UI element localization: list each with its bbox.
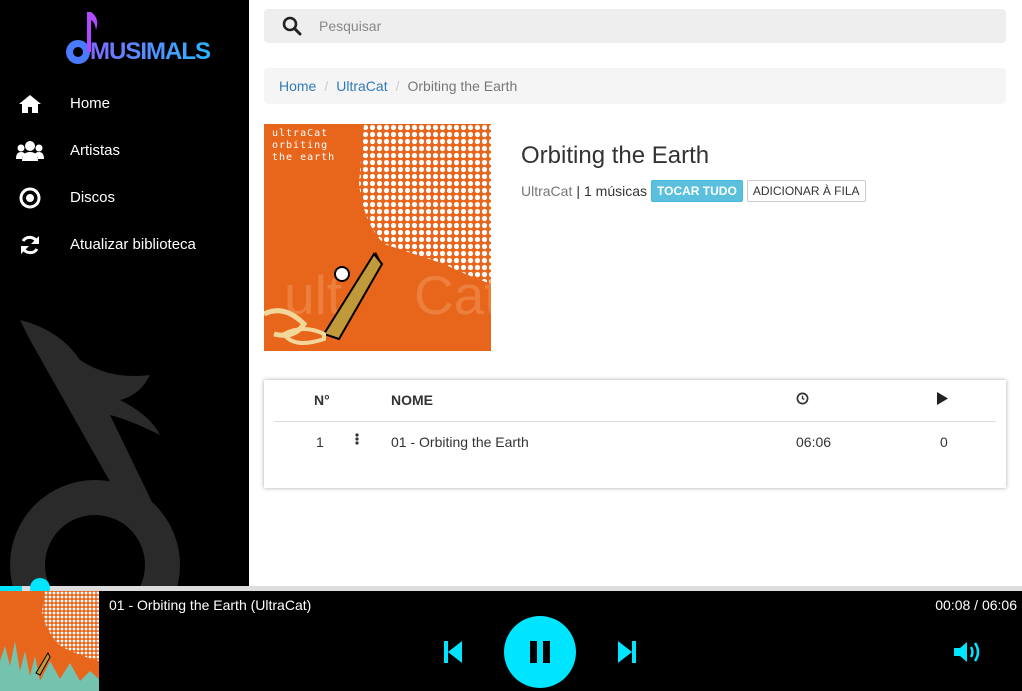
track-menu-icon[interactable] — [354, 421, 391, 462]
column-header-name: NOME — [391, 380, 796, 422]
track-name[interactable]: 01 - Orbiting the Earth — [391, 421, 796, 462]
pause-icon — [530, 641, 550, 663]
sidebar-item-discos[interactable]: Discos — [0, 174, 249, 221]
breadcrumb: Home / UltraCat / Orbiting the Earth — [264, 68, 1006, 104]
breadcrumb-separator: / — [395, 78, 400, 94]
sidebar-item-label: Discos — [70, 189, 116, 206]
disc-icon — [0, 187, 70, 209]
skip-forward-icon — [618, 641, 636, 663]
pause-button[interactable] — [504, 616, 576, 688]
track-count: 1 músicas — [584, 183, 648, 199]
breadcrumb-separator: / — [324, 78, 329, 94]
column-header-duration — [796, 380, 936, 422]
next-track-button[interactable] — [614, 638, 640, 666]
sidebar-item-label: Atualizar biblioteca — [70, 236, 196, 253]
breadcrumb-current: Orbiting the Earth — [407, 78, 518, 94]
background-music-note-icon — [10, 320, 180, 586]
album-info: Orbiting the Earth UltraCat | 1 músicas … — [521, 142, 866, 202]
volume-button[interactable] — [951, 638, 983, 666]
users-icon — [0, 139, 70, 163]
column-header-number: N° — [274, 380, 354, 422]
logo[interactable]: MUSIMALS — [60, 10, 211, 70]
sidebar-item-home[interactable]: Home — [0, 80, 249, 127]
cover-line: the earth — [272, 152, 336, 163]
track-number: 1 — [316, 433, 324, 450]
cover-caption: ultraCat orbiting the earth — [272, 128, 335, 164]
sidebar-item-label: Home — [70, 95, 111, 112]
table-row[interactable]: 1 01 - Orbiting the Earth 06:06 0 — [274, 421, 996, 462]
album-title: Orbiting the Earth — [521, 142, 710, 169]
meta-separator: | — [576, 183, 580, 199]
logo-text: MUSIMALS — [90, 38, 211, 65]
clock-icon — [796, 392, 809, 405]
track-list: N° NOME 1 01 - Orbiting the Earth 06:06 … — [264, 380, 1006, 488]
album-artist[interactable]: UltraCat — [521, 183, 572, 199]
cover-line: ultraCat — [272, 128, 329, 139]
home-icon — [0, 94, 70, 114]
sidebar-item-atualizar[interactable]: Atualizar biblioteca — [0, 221, 249, 268]
track-table: N° NOME 1 01 - Orbiting the Earth 06:06 … — [274, 380, 996, 462]
search-icon[interactable] — [264, 16, 319, 36]
skip-back-icon — [444, 641, 462, 663]
table-header-row: N° NOME — [274, 380, 996, 422]
main-content: Home / UltraCat / Orbiting the Earth Cat… — [249, 0, 1022, 586]
previous-track-button[interactable] — [440, 638, 466, 666]
now-playing-title: 01 - Orbiting the Earth (UltraCat) — [109, 597, 312, 613]
add-to-queue-button[interactable]: ADICIONAR À FILA — [746, 180, 866, 202]
player-cover — [0, 591, 99, 691]
play-icon — [937, 392, 948, 406]
album-meta: UltraCat | 1 músicas TOCAR TUDO ADICIONA… — [521, 180, 866, 202]
sidebar-nav: Home Artistas Discos Atualizar bibliotec… — [0, 80, 249, 268]
column-header-plays — [936, 380, 996, 422]
column-header-menu — [354, 380, 391, 422]
player-bar: 01 - Orbiting the Earth (UltraCat) 00:08… — [0, 591, 1022, 691]
breadcrumb-home[interactable]: Home — [279, 78, 316, 94]
track-plays: 0 — [940, 433, 948, 450]
play-all-button[interactable]: TOCAR TUDO — [651, 180, 743, 202]
sidebar-item-artistas[interactable]: Artistas — [0, 127, 249, 174]
sidebar: MUSIMALS Home Artistas Discos Atualizar … — [0, 0, 249, 586]
breadcrumb-artist[interactable]: UltraCat — [336, 78, 387, 94]
refresh-icon — [0, 234, 70, 256]
track-duration: 06:06 — [796, 433, 832, 450]
volume-icon — [954, 642, 980, 662]
playback-time: 00:08 / 06:06 — [935, 597, 1017, 613]
svg-text:Cat: Cat — [414, 264, 491, 326]
search-input[interactable] — [319, 18, 919, 34]
cover-line: orbiting — [272, 140, 329, 151]
search-bar — [264, 9, 1006, 43]
album-cover: Cat ult ultraCat orbiting the earth — [264, 124, 491, 351]
sidebar-item-label: Artistas — [70, 142, 121, 159]
player-cover-art — [0, 591, 99, 691]
